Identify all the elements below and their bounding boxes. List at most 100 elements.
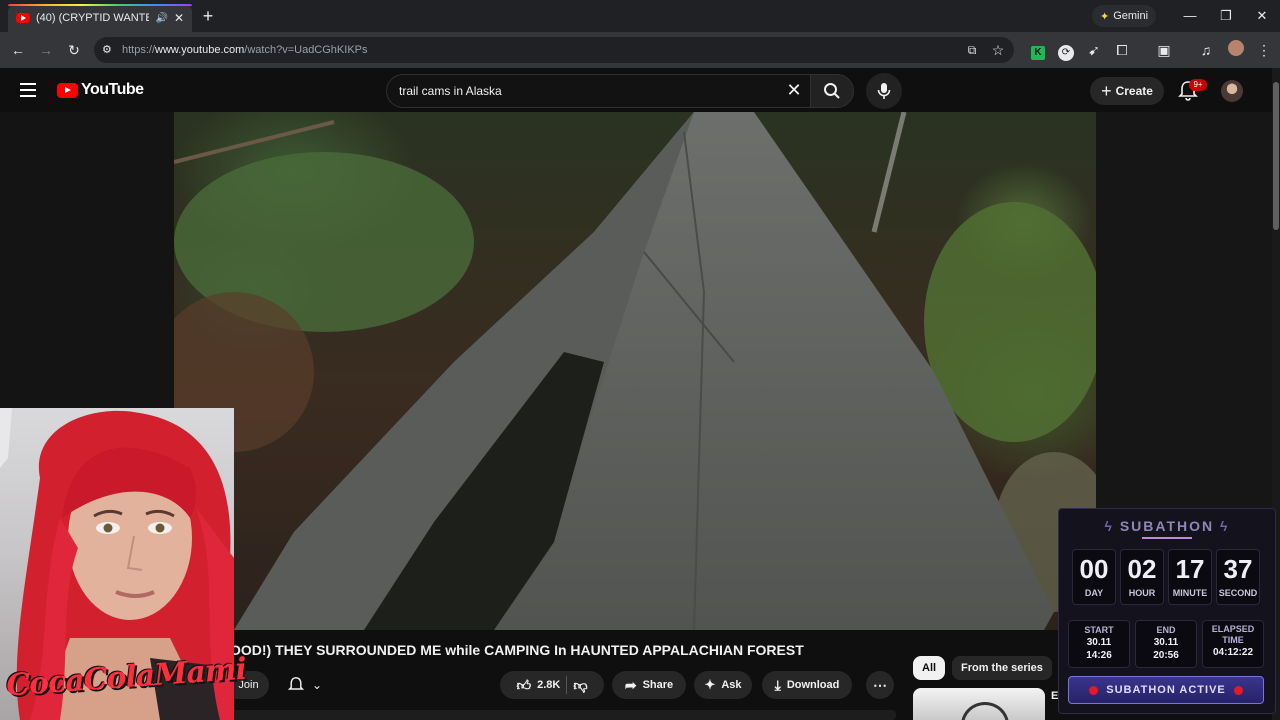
timer-seconds: 37 SECOND [1216,549,1260,605]
share-button[interactable]: ➦ Share [612,671,686,699]
notification-count-badge: 9+ [1189,79,1207,91]
extension-bird-icon[interactable]: ➹ [1084,40,1104,60]
timer-value: 17 [1175,554,1205,584]
address-bar[interactable]: https://www.youtube.com/watch?v=UadCGhKI… [94,37,1014,63]
chevron-down-icon: ⌄ [311,678,323,692]
sparkle-icon: ✦ [704,677,716,692]
download-button[interactable]: ⤓ Download [762,671,852,699]
channel-row-strip [230,710,896,720]
more-actions-button[interactable]: ⋯ [866,671,894,699]
download-label: Download [786,679,840,691]
url-prefix: https:// [122,44,156,56]
voice-search-button[interactable] [866,73,902,109]
youtube-favicon-icon [16,13,30,23]
tab-accent-bar [8,4,192,6]
video-frame-tent-scene [174,112,1096,630]
speaker-icon[interactable]: 🔊 [155,13,167,24]
ask-label: Ask [721,679,742,691]
side-panel-icon[interactable]: ▣ [1154,40,1174,60]
timer-label: SECOND [1218,588,1258,598]
new-tab-button[interactable]: + [198,6,218,26]
install-app-icon[interactable]: ⧉ [962,40,982,60]
start-label: START [1084,625,1114,635]
end-date: 30.11 [1153,637,1179,648]
recommended-video-thumbnail[interactable] [913,688,1045,720]
thumbs-down-icon[interactable]: 👎︎ [573,677,587,694]
plus-icon: + [1101,80,1112,101]
gemini-label: Gemini [1113,10,1149,22]
timer-minutes: 17 MINUTE [1168,549,1212,605]
tab-close-icon[interactable]: ✕ [174,11,184,25]
timer-label: MINUTE [1172,588,1208,598]
bookmark-star-icon[interactable]: ☆ [988,40,1008,60]
like-count[interactable]: 2.8K [537,679,560,691]
account-avatar[interactable] [1221,80,1243,102]
restore-button[interactable]: ❐ [1216,6,1236,26]
subscription-bell-button[interactable]: ⌄ [276,671,334,699]
elapsed-label-2: TIME [1222,635,1244,645]
download-icon: ⤓ [774,676,781,693]
create-button[interactable]: + Create [1090,77,1164,105]
red-dot-icon [1233,685,1243,695]
youtube-logo-text: YouTube [81,81,144,98]
search-query: trail cams in Alaska [399,84,502,98]
clear-search-icon[interactable]: ✕ [784,80,804,100]
divider [566,676,568,694]
extension-k-icon[interactable]: K [1028,40,1048,60]
ellipsis-icon: ⋯ [873,676,887,693]
gemini-sparkle-icon: ✦ [1100,10,1110,23]
subathon-title: ϟ SUBATHON ϟ [1058,518,1276,534]
back-button[interactable]: ← [8,40,28,60]
search-input[interactable]: trail cams in Alaska [386,74,810,108]
video-title: OOD!) THEY SURROUNDED ME while CAMPING I… [230,642,804,658]
timer-label: DAY [1084,588,1104,598]
hamburger-menu-icon[interactable] [20,83,36,97]
chip-all[interactable]: All [913,656,946,680]
browser-tab[interactable]: (40) (CRYPTID WANTED MY 🔊 ✕ [8,4,192,32]
status-text: SUBATHON ACTIVE [1106,684,1226,696]
close-window-button[interactable]: ✕ [1252,6,1272,26]
url-host: www.youtube.com [155,44,245,56]
profile-avatar-icon[interactable] [1226,40,1246,60]
minimize-button[interactable]: — [1180,6,1200,26]
subathon-start-box: START 30.11 14:26 [1068,620,1130,668]
page-background-right [1096,112,1280,508]
start-time: 14:26 [1086,650,1112,661]
timer-value: 37 [1223,554,1253,584]
subathon-title-text: SUBATHON [1119,518,1215,534]
media-control-icon[interactable]: ♫ [1196,40,1216,60]
subathon-end-box: END 30.11 20:56 [1135,620,1197,668]
page-background-left [0,112,174,410]
lightning-icon: ϟ [1220,518,1230,534]
elapsed-label: ELAPSED [1211,624,1255,634]
timer-value: 02 [1127,554,1157,584]
share-arrow-icon: ➦ [624,676,637,693]
red-dot-icon [1089,685,1099,695]
end-time: 20:56 [1153,650,1179,661]
timer-label: HOUR [1128,588,1156,598]
forward-button[interactable]: → [36,40,56,60]
bell-outline-icon [287,677,304,690]
extensions-puzzle-icon[interactable]: ⧠ [1112,40,1132,60]
chip-from-the-series[interactable]: From the series [952,656,1052,680]
reload-button[interactable]: ↻ [64,40,84,60]
share-label: Share [642,679,674,691]
ask-button[interactable]: ✦ Ask [694,671,752,699]
extension-circle-icon[interactable]: ⟳ [1056,40,1076,61]
site-info-icon[interactable]: ⚙ [102,43,116,57]
youtube-logo[interactable]: YouTube [57,81,144,99]
url-path: /watch?v=UadCGhKIKPs [244,44,368,56]
browser-tab-bar [0,0,1280,32]
scrollbar-thumb[interactable] [1273,82,1279,230]
tab-title: (40) (CRYPTID WANTED MY [36,12,150,24]
gemini-button[interactable]: ✦ Gemini [1092,5,1157,27]
subathon-active-status: SUBATHON ACTIVE [1068,676,1264,704]
timer-value: 00 [1079,554,1109,584]
title-underline [1142,537,1192,539]
elapsed-value: 04:12:22 [1212,647,1254,658]
video-player[interactable] [174,112,1096,630]
search-button[interactable] [810,74,854,108]
thumbs-up-icon[interactable]: 👍︎ [516,677,531,694]
browser-menu-icon[interactable]: ⋮ [1254,40,1274,60]
create-label: Create [1115,84,1153,98]
